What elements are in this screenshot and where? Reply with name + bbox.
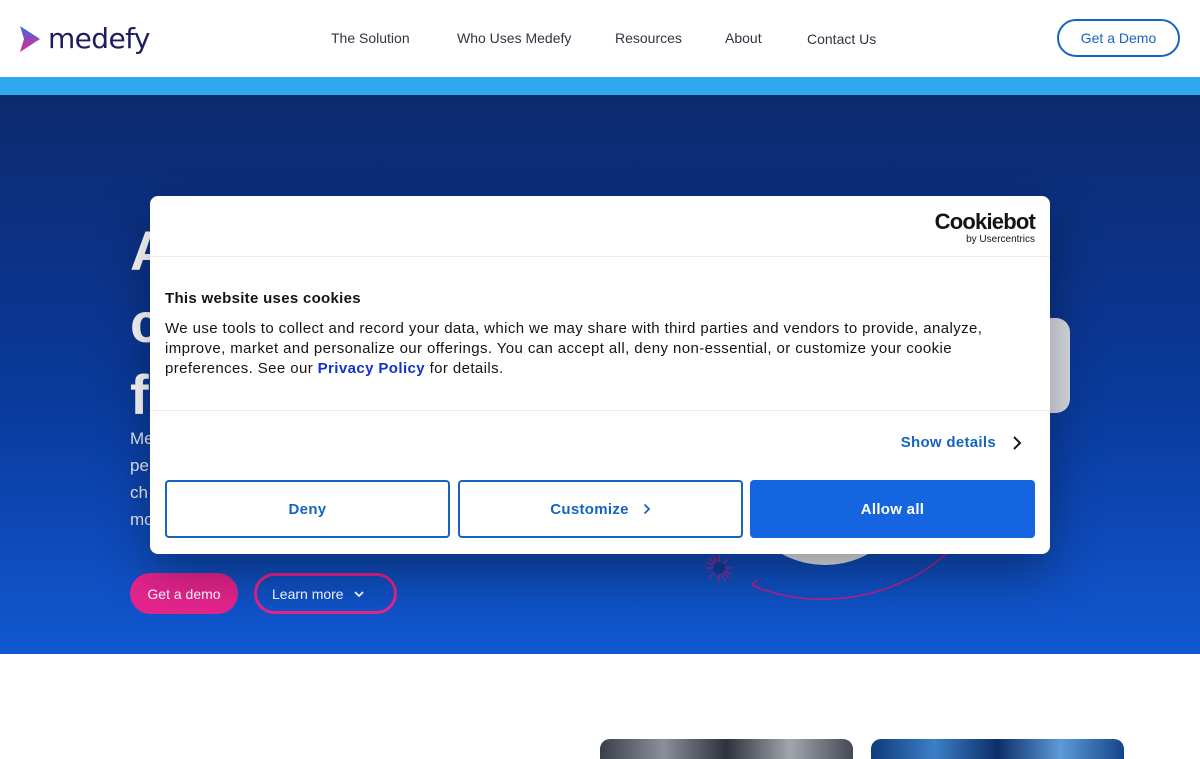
cookiebot-brand: Cookiebot [934, 209, 1036, 234]
cookie-dialog-text: We use tools to collect and record your … [165, 319, 1035, 379]
customize-label: Customize [550, 500, 629, 518]
feature-image-left [600, 739, 853, 759]
cookie-dialog-divider [150, 410, 1050, 411]
medefy-logo[interactable]: medefy [19, 24, 150, 54]
nav-resources[interactable]: Resources [615, 28, 682, 48]
cookie-dialog-header: Cookiebot by Usercentrics [150, 196, 1050, 257]
site-header: medefy The Solution Who Uses Medefy Reso… [0, 0, 1200, 77]
cookie-text-end: for details. [425, 360, 504, 377]
cookie-dialog-title: This website uses cookies [165, 290, 361, 307]
nav-contact-us[interactable]: Contact Us [807, 29, 876, 49]
nav-about[interactable]: About [725, 28, 762, 48]
hero-get-demo-button[interactable]: Get a demo [130, 573, 238, 614]
cookie-consent-dialog: Cookiebot by Usercentrics This website u… [150, 196, 1050, 554]
header-accent-strip [0, 77, 1200, 95]
nav-who-uses-medefy[interactable]: Who Uses Medefy [457, 28, 571, 48]
medefy-chevron-logo-icon [20, 26, 40, 52]
chevron-right-icon [643, 503, 651, 515]
show-details-label: Show details [900, 434, 996, 451]
chevron-right-icon [1013, 435, 1022, 450]
feature-image-right [871, 739, 1124, 759]
logo-wordmark: medefy [48, 22, 150, 55]
cookiebot-brand-sub: by Usercentrics [966, 234, 1035, 245]
nav-the-solution[interactable]: The Solution [331, 28, 410, 48]
allow-all-label: Allow all [860, 500, 925, 518]
show-details-link[interactable]: Show details [901, 434, 1022, 451]
allow-all-button[interactable]: Allow all [750, 480, 1035, 538]
header-get-demo-button[interactable]: Get a Demo [1057, 19, 1180, 57]
hero-learn-more-button[interactable]: Learn more [254, 573, 397, 614]
cookiebot-logo: Cookiebot by Usercentrics [934, 209, 1036, 246]
customize-button[interactable]: Customize [458, 480, 743, 538]
deny-label: Deny [288, 500, 327, 518]
privacy-policy-link[interactable]: Privacy Policy [318, 360, 425, 377]
chevron-down-icon [353, 590, 364, 597]
deny-button[interactable]: Deny [165, 480, 450, 538]
learn-more-label: Learn more [272, 585, 344, 602]
cookie-text-main: We use tools to collect and record your … [165, 320, 983, 377]
